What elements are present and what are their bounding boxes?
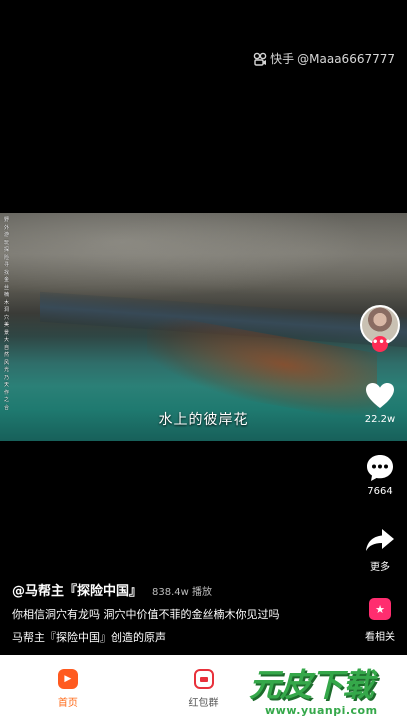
- watermark-app: 快手: [270, 52, 295, 66]
- nav-label-red-envelope: 红包群: [188, 698, 219, 709]
- site-logo-url: www.yuanpi.com: [265, 704, 378, 717]
- play-count: 838.4w 播放: [152, 587, 213, 598]
- music-credit[interactable]: 马帮主『探险中国』创造的原声: [12, 629, 357, 645]
- home-icon: ▶: [57, 669, 78, 689]
- comment-button[interactable]: 7664: [360, 452, 400, 497]
- related-label: 看相关: [365, 632, 395, 643]
- share-label: 更多: [370, 562, 390, 573]
- related-button[interactable]: ★ 看相关: [356, 598, 404, 643]
- like-count: 22.2w: [364, 414, 396, 425]
- video-description[interactable]: 你相信洞穴有龙吗 洞穴中价值不菲的金丝楠木你见过吗: [12, 607, 357, 622]
- share-icon: [366, 529, 394, 551]
- kuaishou-watermark: 快手 @Maaa6667777: [253, 50, 395, 67]
- comment-icon: [367, 455, 393, 481]
- author-name[interactable]: @马帮主『探险中国』: [12, 580, 142, 599]
- video-player[interactable]: 野外游玩探险寻找金丝楠木洞穴美景大自然风光乃天作之合 水上的彼岸花: [0, 213, 407, 441]
- app-root: 快手 @Maaa6667777 野外游玩探险寻找金丝楠木洞穴美景大自然风光乃天作…: [0, 0, 407, 723]
- video-subtitle: 水上的彼岸花: [158, 412, 249, 428]
- nav-item-home[interactable]: ▶ 首页: [0, 655, 136, 723]
- heart-icon: [366, 383, 394, 408]
- red-envelope-icon: [193, 669, 214, 689]
- share-button[interactable]: 更多: [360, 524, 400, 573]
- video-side-caption: 野外游玩探险寻找金丝楠木洞穴美景大自然风光乃天作之合: [4, 217, 10, 411]
- like-button[interactable]: 22.2w: [360, 380, 400, 425]
- kuaishou-logo-icon: [253, 52, 267, 66]
- site-logo-title: 元皮下载: [249, 666, 374, 704]
- follow-plus-icon[interactable]: •••: [372, 336, 391, 352]
- watermark-user: @Maaa6667777: [297, 51, 395, 66]
- video-info: @马帮主『探险中国』 838.4w 播放 你相信洞穴有龙吗 洞穴中价值不菲的金丝…: [12, 580, 357, 645]
- comment-count: 7664: [367, 486, 393, 497]
- site-logo: 元皮下载 www.yuanpi.com: [243, 658, 403, 720]
- nav-label-home: 首页: [57, 698, 78, 709]
- star-icon: ★: [369, 598, 391, 620]
